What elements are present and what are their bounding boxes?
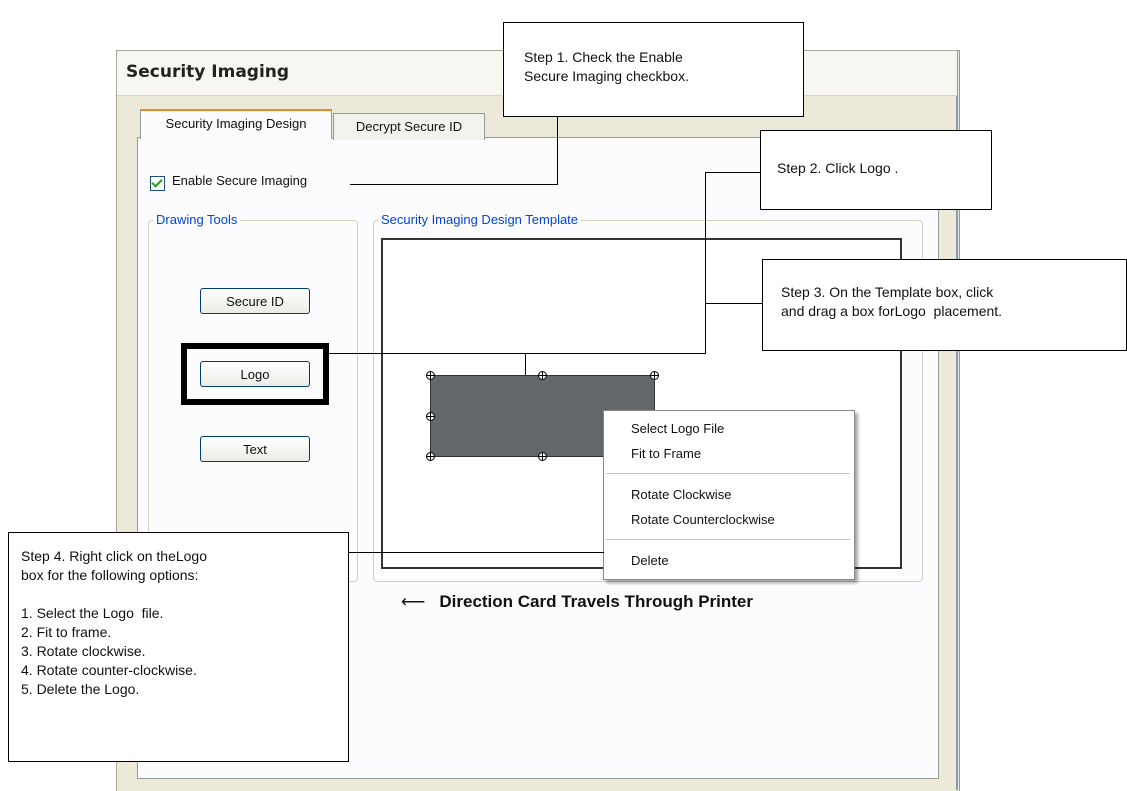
step4-line7: 4. Rotate counter-clockwise. [21, 662, 197, 678]
step4-line1: Step 4. Right click on theLogo [21, 548, 208, 564]
menu-item-fit-to-frame[interactable]: Fit to Frame [631, 446, 701, 461]
step3-callout: Step 3. On the Template box, click and d… [762, 259, 1127, 351]
step1-callout: Step 1. Check the Enable Secure Imaging … [503, 22, 804, 117]
step4-line3 [21, 585, 348, 604]
tab-decrypt-secure-id[interactable]: Decrypt Secure ID [333, 113, 485, 140]
menu-separator [606, 473, 850, 474]
step2-callout: Step 2. Click Logo . [760, 130, 992, 210]
step3-line2: and drag a box forLogo placement. [781, 303, 1003, 319]
resize-handle-bottom-left[interactable] [426, 452, 435, 461]
step3-connector [705, 303, 762, 304]
step2-connector-vertical [705, 172, 706, 354]
step4-line8: 5. Delete the Logo. [21, 681, 140, 697]
context-menu: Select Logo File Fit to Frame Rotate Clo… [603, 410, 855, 580]
step2-connector [705, 172, 760, 173]
step1-connector [350, 184, 557, 185]
step1-line2: Secure Imaging checkbox. [524, 68, 689, 84]
left-arrow-icon: ⟵ [401, 592, 426, 611]
logo-button[interactable]: Logo [200, 361, 310, 387]
step3-line1: Step 3. On the Template box, click [781, 284, 994, 300]
step4-connector [348, 552, 604, 553]
resize-handle-top-left[interactable] [426, 371, 435, 380]
template-group-title: Security Imaging Design Template [378, 212, 582, 227]
menu-item-rotate-counterclockwise[interactable]: Rotate Counterclockwise [631, 512, 775, 527]
secure-id-button[interactable]: Secure ID [200, 288, 310, 314]
step2-line1: Step 2. Click Logo . [777, 160, 899, 176]
resize-handle-bottom[interactable] [538, 452, 547, 461]
step4-line6: 3. Rotate clockwise. [21, 643, 146, 659]
step4-line5: 2. Fit to frame. [21, 624, 112, 640]
resize-handle-top-right[interactable] [650, 371, 659, 380]
step1-line1: Step 1. Check the Enable [524, 49, 683, 65]
text-button[interactable]: Text [200, 436, 310, 462]
menu-item-select-logo-file[interactable]: Select Logo File [631, 421, 724, 436]
direction-text: Direction Card Travels Through Printer [439, 592, 753, 611]
drawing-tools-title: Drawing Tools [153, 212, 241, 227]
step2-connector-horizontal [329, 353, 706, 354]
step4-line4: 1. Select the Logo file. [21, 605, 164, 621]
step1-connector-vertical [557, 117, 558, 185]
menu-separator [606, 539, 850, 540]
step4-callout: Step 4. Right click on theLogo box for t… [8, 532, 349, 762]
enable-secure-imaging-checkbox[interactable] [150, 176, 165, 191]
resize-handle-top[interactable] [538, 371, 547, 380]
resize-handle-left[interactable] [426, 412, 435, 421]
window-title: Security Imaging [126, 62, 290, 82]
tab-security-imaging-design[interactable]: Security Imaging Design [140, 109, 332, 139]
step4-line2: box for the following options: [21, 567, 199, 583]
menu-item-rotate-clockwise[interactable]: Rotate Clockwise [631, 487, 731, 502]
step3-connector-logo [525, 353, 526, 375]
direction-label: ⟵ Direction Card Travels Through Printer [401, 592, 753, 612]
enable-secure-imaging-label: Enable Secure Imaging [172, 173, 308, 188]
menu-item-delete[interactable]: Delete [631, 553, 669, 568]
